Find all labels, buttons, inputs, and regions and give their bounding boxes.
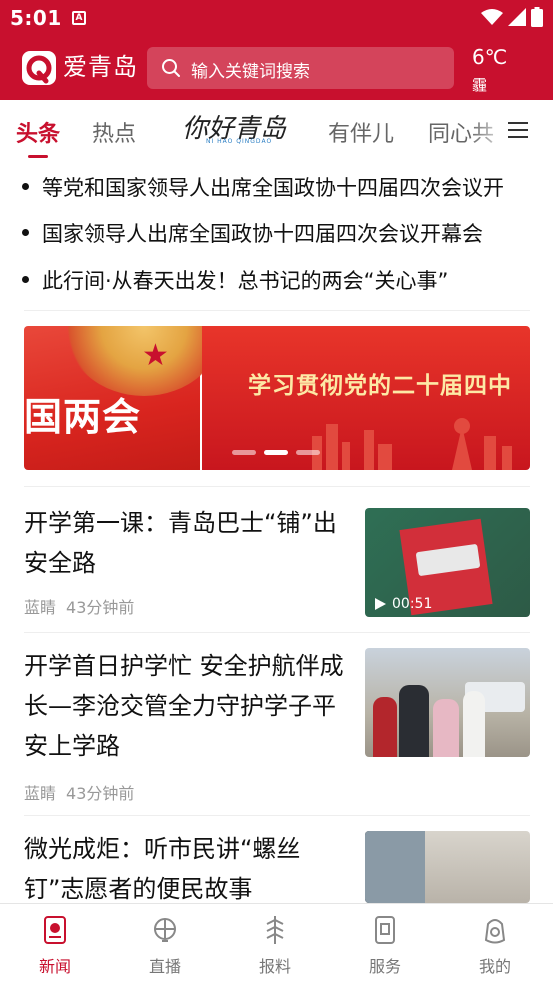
news-meta: 蓝睛 43分钟前 [24, 594, 134, 618]
headline-item[interactable]: 此行间·从春天出发！总书记的两会“关心事” [0, 256, 553, 302]
search-bar[interactable]: 输入关键词搜索 [147, 47, 454, 89]
thumbnail-person [463, 691, 485, 757]
headline-text: 国家领导人出席全国政协十四届四次会议开幕会 [42, 222, 483, 246]
news-thumbnail [365, 648, 530, 757]
nav-news[interactable]: 新闻 [0, 904, 110, 984]
nav-live-label: 直播 [148, 957, 181, 976]
news-thumbnail [365, 831, 530, 903]
tab-hot[interactable]: 热点 [92, 116, 136, 148]
bottom-navigation: 新闻 直播 报料 服务 我的 [0, 903, 553, 984]
carousel-indicator [232, 450, 320, 455]
signal-icon [508, 8, 526, 26]
system-icons [481, 7, 543, 27]
divider [24, 815, 530, 816]
nav-report-label: 报料 [258, 957, 291, 976]
thumbnail-person [399, 685, 429, 757]
headline-text: 此行间·从春天出发！总书记的两会“关心事” [42, 269, 449, 293]
thumbnail-window [365, 831, 425, 903]
nav-live[interactable]: 直播 [110, 904, 220, 984]
carousel-dot [296, 450, 320, 455]
news-title: 开学第一课：青岛巴士“铺”出安全路 [24, 509, 337, 577]
news-time: 43分钟前 [66, 784, 135, 803]
headline-item[interactable]: 国家领导人出席全国政协十四届四次会议开幕会 [0, 209, 553, 255]
search-placeholder: 输入关键词搜索 [191, 62, 310, 82]
banner-carousel[interactable]: ★ 国两会 学习贯彻党的二十届四中 [24, 326, 530, 470]
tab-active-indicator [28, 155, 48, 158]
wifi-icon [481, 9, 503, 25]
app-header: 5:01 A 爱青岛 输入关键词搜索 6℃ 霾 [0, 0, 553, 100]
headline-text: 等党和国家领导人出席全国政协十四届四次会议开 [42, 176, 504, 200]
headline-item[interactable]: 等党和国家领导人出席全国政协十四届四次会议开 [0, 163, 553, 209]
nav-profile-label: 我的 [478, 957, 511, 976]
live-icon [154, 918, 176, 942]
channel-tabs: 头条 热点 你好青岛 NI HAO QINGDAO 有伴儿 同心共 [0, 100, 553, 160]
thumbnail-person [373, 697, 397, 757]
menu-icon[interactable] [506, 118, 530, 142]
news-source: 蓝睛 [24, 598, 57, 617]
app-logo-icon [22, 51, 56, 85]
banner-slide-study: 学习贯彻党的二十届四中 [202, 326, 530, 470]
divider [24, 310, 530, 311]
video-duration: 00:51 [375, 596, 432, 612]
search-icon [162, 59, 180, 77]
tab-fade-overlay [470, 100, 510, 160]
video-duration-text: 00:51 [392, 596, 433, 612]
profile-icon [484, 919, 506, 944]
thumbnail-person [433, 699, 459, 757]
status-time: 5:01 [10, 6, 62, 30]
carousel-dot-active [264, 450, 288, 455]
news-time: 43分钟前 [66, 598, 135, 617]
banner-left-title: 国两会 [24, 395, 142, 439]
news-icon [44, 916, 66, 944]
divider [24, 632, 530, 633]
battery-icon [531, 7, 543, 27]
news-meta: 蓝睛 43分钟前 [24, 780, 134, 804]
service-icon [375, 916, 395, 944]
divider [24, 486, 530, 487]
banner-slide-two-sessions: ★ 国两会 [24, 326, 224, 470]
nav-news-label: 新闻 [38, 957, 71, 976]
report-icon [266, 916, 284, 944]
nav-service[interactable]: 服务 [330, 904, 440, 984]
news-thumbnail: 00:51 [365, 508, 530, 617]
status-bar: 5:01 A [0, 0, 553, 36]
skyline-graphic [312, 418, 512, 470]
notification-icon: A [72, 11, 86, 25]
tab-partner[interactable]: 有伴儿 [328, 116, 394, 148]
bullet-icon [22, 229, 29, 236]
nav-report[interactable]: 报料 [220, 904, 330, 984]
nav-profile[interactable]: 我的 [440, 904, 550, 984]
bullet-icon [22, 276, 29, 283]
star-icon: ★ [142, 338, 169, 373]
news-title: 微光成炬：听市民讲“螺丝钉”志愿者的便民故事 [24, 835, 301, 903]
bullet-icon [22, 183, 29, 190]
news-title: 开学首日护学忙 安全护航伴成长—李沧交管全力守护学子平安上学路 [24, 652, 344, 760]
banner-slogan: 学习贯彻党的二十届四中 [248, 373, 512, 399]
carousel-dot [232, 450, 256, 455]
tab-hello-qingdao[interactable]: 你好青岛 NI HAO QINGDAO [178, 108, 290, 148]
nav-service-label: 服务 [368, 957, 401, 976]
weather-condition: 霾 [472, 76, 488, 94]
app-name: 爱青岛 [63, 53, 138, 81]
tab-headlines[interactable]: 头条 [16, 116, 60, 148]
news-source: 蓝睛 [24, 784, 57, 803]
play-icon [375, 598, 386, 610]
tab-hello-qingdao-subtitle: NI HAO QINGDAO [206, 138, 273, 145]
weather-temperature[interactable]: 6℃ [472, 45, 507, 69]
